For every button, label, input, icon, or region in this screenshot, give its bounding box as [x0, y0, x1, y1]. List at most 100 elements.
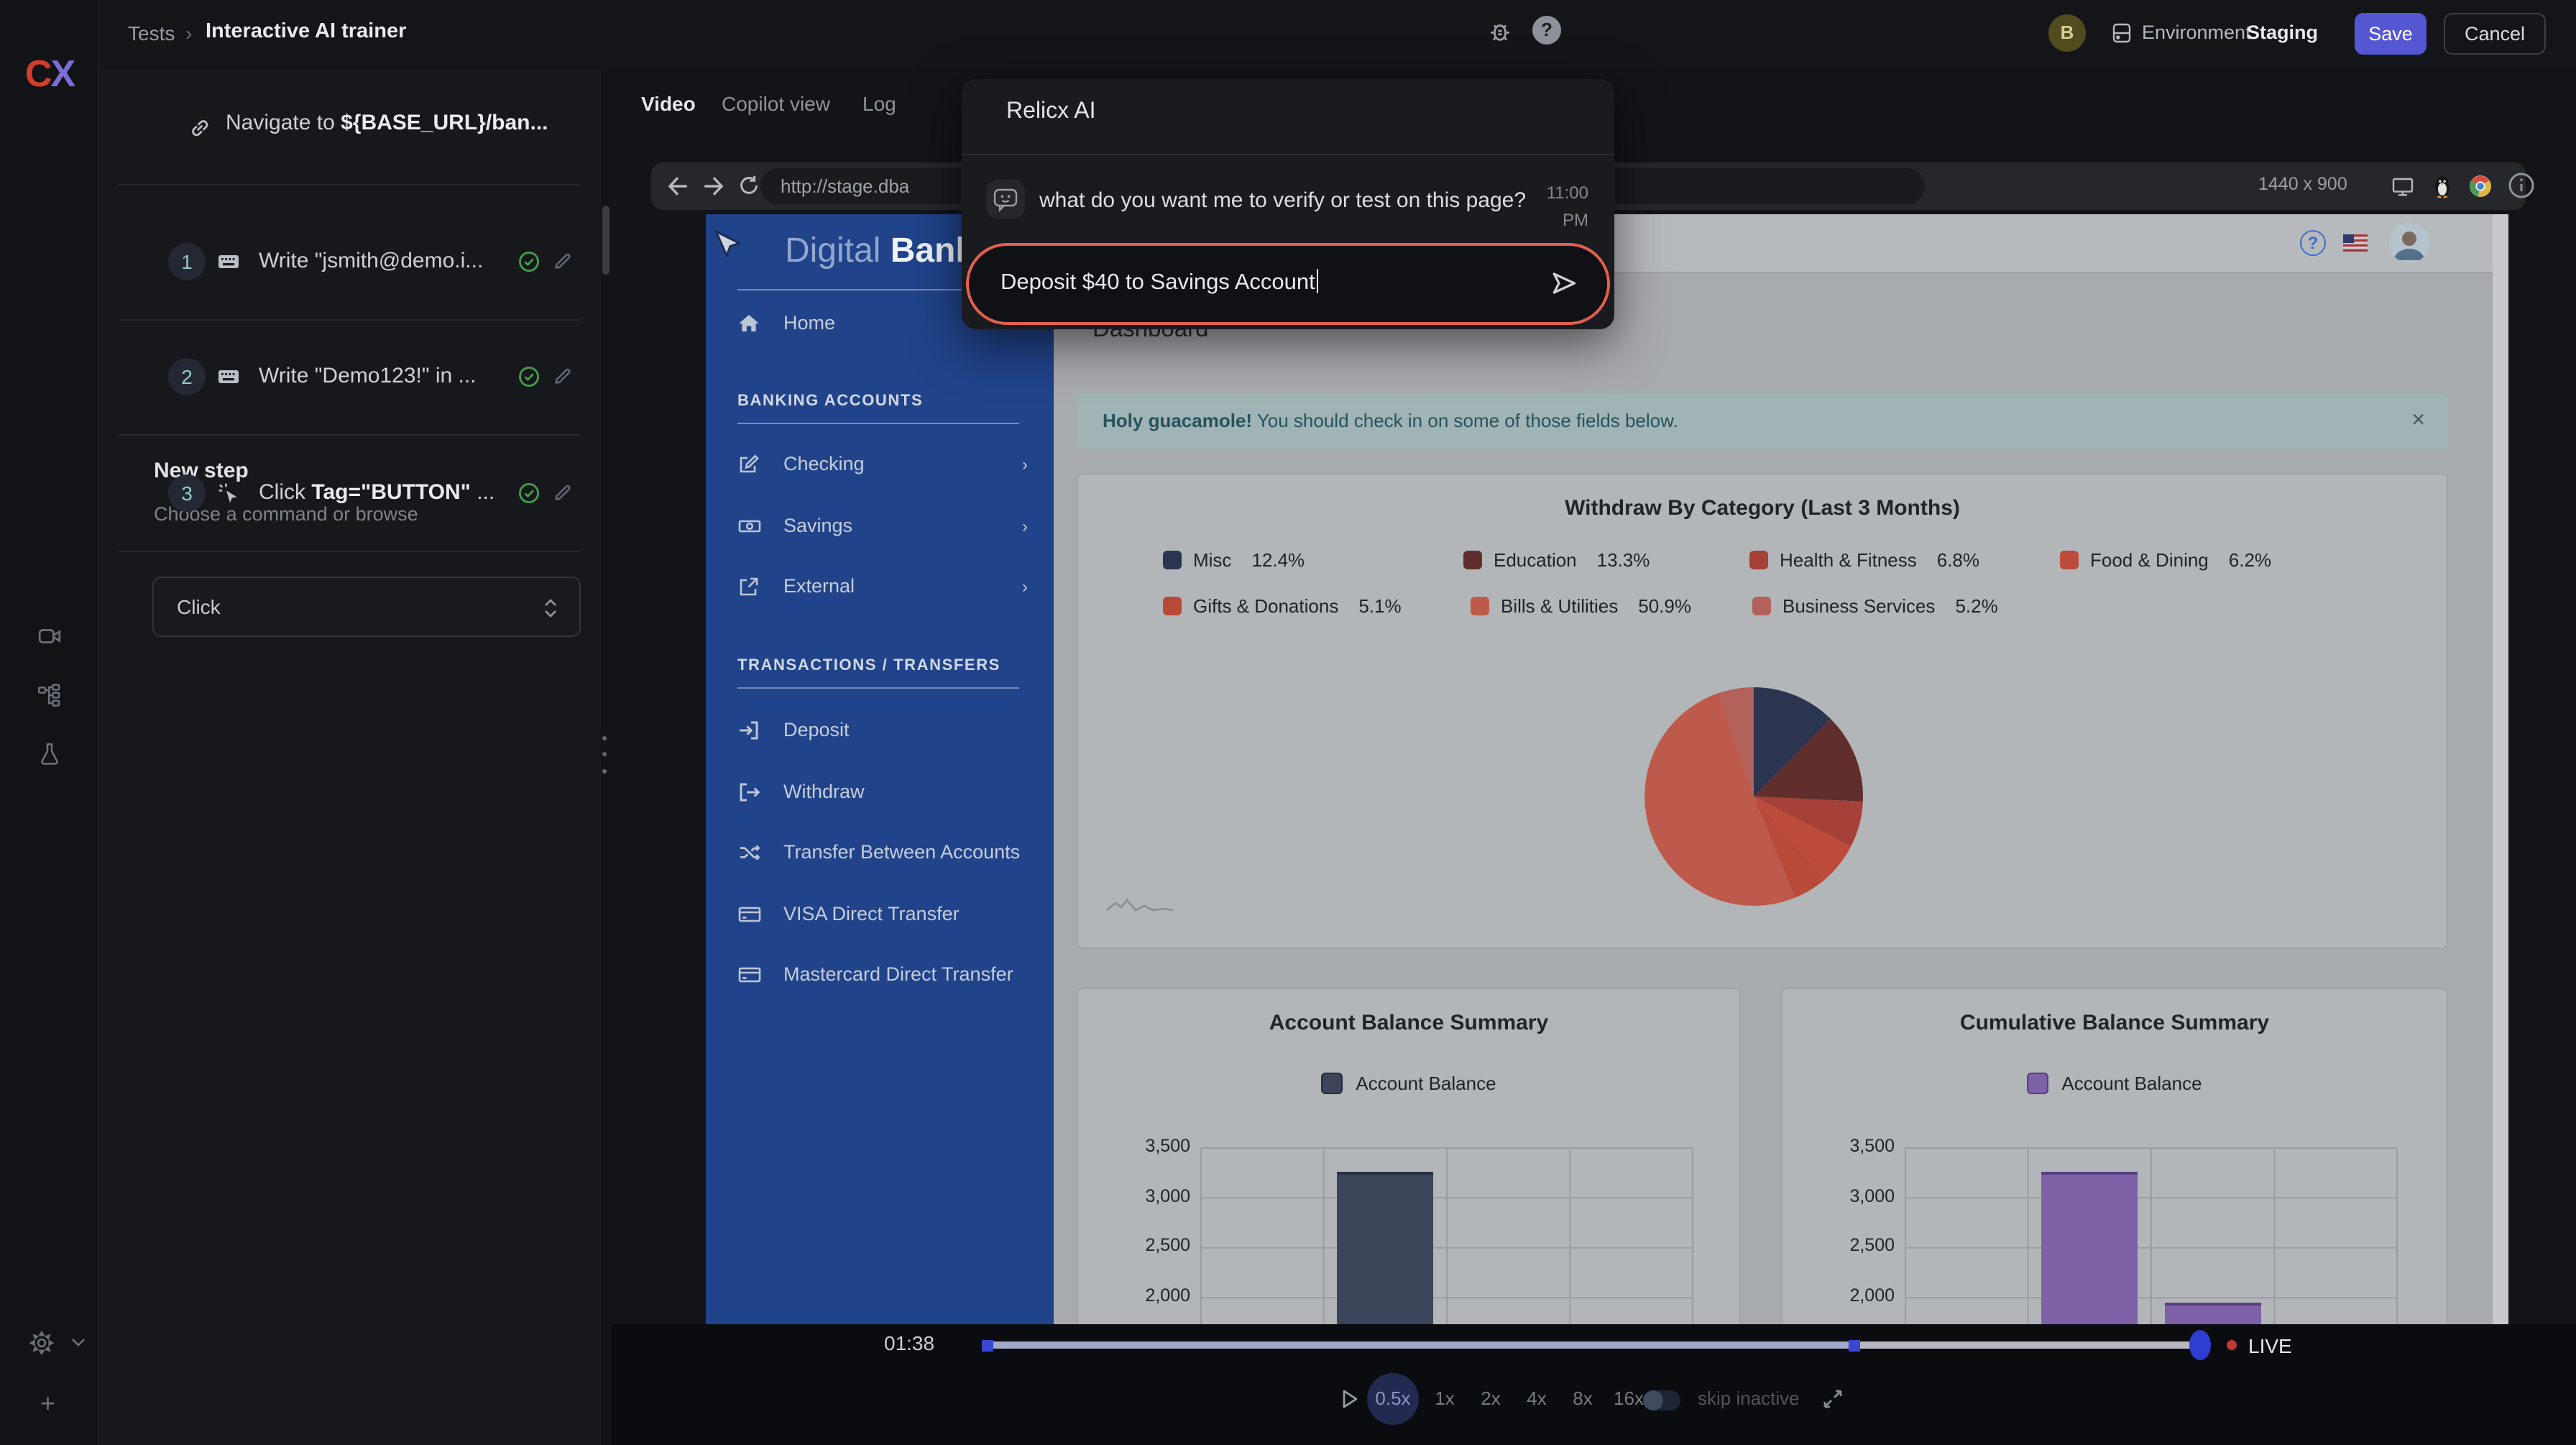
- legend-swatch: [1471, 597, 1489, 615]
- chevron-right-icon: ›: [1022, 564, 1028, 610]
- relicx-ai-popup: Relicx AI what do you want me to verify …: [962, 79, 1614, 329]
- plus-icon[interactable]: +: [40, 1389, 55, 1419]
- divider: [119, 434, 581, 436]
- app-logo[interactable]: CX: [0, 52, 99, 96]
- step-row-1[interactable]: 1Write "jsmith@demo.i...: [99, 233, 601, 290]
- help-icon[interactable]: ?: [1532, 16, 1561, 45]
- pie-legend-item[interactable]: Food & Dining6.2%: [2060, 549, 2271, 571]
- legend-label: Gifts & Donations: [1193, 595, 1338, 617]
- bank-menu-visa-direct-transfer[interactable]: VISA Direct Transfer: [706, 891, 1054, 937]
- step-row-2[interactable]: 2Write "Demo123!" in ...: [99, 348, 601, 405]
- bank-menu-label: Savings: [783, 503, 852, 549]
- bank-menu-deposit[interactable]: Deposit: [706, 707, 1054, 753]
- cancel-button[interactable]: Cancel: [2444, 13, 2546, 55]
- alert-close-icon[interactable]: ×: [2411, 394, 2425, 449]
- bank-menu-label: Checking: [783, 441, 865, 487]
- cumulative-balance-title: Cumulative Balance Summary: [1782, 1011, 2447, 1035]
- timeline-scrubber[interactable]: [2189, 1330, 2211, 1360]
- bank-menu-checking[interactable]: Checking›: [706, 441, 1054, 487]
- tab-log[interactable]: Log: [862, 92, 896, 115]
- forward-icon[interactable]: [702, 174, 726, 198]
- legend-label: Account Balance: [1356, 1073, 1496, 1094]
- speed-0.5x[interactable]: 0.5x: [1364, 1385, 1422, 1413]
- step-edit-icon[interactable]: [552, 365, 574, 387]
- send-icon[interactable]: [1550, 269, 1578, 298]
- video-player-bar: 01:38 LIVE 0.5x1x2x4x8x16x skip inactive: [611, 1324, 2576, 1445]
- timeline-start-marker[interactable]: [982, 1339, 993, 1351]
- nav-step[interactable]: Navigate to ${BASE_URL}/ban...: [226, 111, 548, 135]
- edit-square-icon: [737, 453, 760, 476]
- skip-inactive-toggle[interactable]: [1643, 1390, 1680, 1410]
- environment-value[interactable]: Staging: [2247, 22, 2318, 43]
- bank-menu-transfer-between-accounts[interactable]: Transfer Between Accounts: [706, 830, 1054, 876]
- bar-value-3250[interactable]: [1337, 1173, 1433, 1324]
- step-label: Click Tag="BUTTON" ...: [259, 464, 494, 522]
- remote-browser-viewport: Digital Bank HomeBANKING ACCOUNTSCheckin…: [706, 214, 2508, 1324]
- timeline-track[interactable]: LIVE: [983, 1341, 2199, 1349]
- bank-menu-savings[interactable]: Savings›: [706, 503, 1054, 549]
- steps-panel: Navigate to ${BASE_URL}/ban... New step …: [99, 69, 601, 1445]
- us-flag-icon[interactable]: [2343, 234, 2368, 252]
- legend-swatch: [1752, 597, 1771, 615]
- user-avatar[interactable]: B: [2048, 14, 2086, 52]
- timeline-position-marker[interactable]: [1849, 1339, 1860, 1351]
- chevron-down-icon[interactable]: [69, 1333, 88, 1352]
- linux-icon[interactable]: [2431, 173, 2454, 200]
- flask-icon[interactable]: [37, 742, 62, 766]
- bank-menu-external[interactable]: External›: [706, 564, 1054, 610]
- legend-value: 13.3%: [1597, 549, 1650, 571]
- account-balance-legend[interactable]: Account Balance: [1078, 1073, 1739, 1094]
- refresh-icon[interactable]: [737, 174, 760, 197]
- live-dot: [2227, 1340, 2237, 1350]
- pie-legend-item[interactable]: Bills & Utilities50.9%: [1471, 595, 1691, 617]
- remote-cursor-icon: [712, 229, 743, 260]
- video-camera-icon[interactable]: [37, 624, 62, 648]
- save-button[interactable]: Save: [2355, 13, 2426, 55]
- info-icon[interactable]: [2507, 171, 2536, 200]
- step-row-3[interactable]: 3Click Tag="BUTTON" ...: [99, 464, 601, 522]
- back-icon[interactable]: [666, 174, 690, 198]
- pie-chart[interactable]: [1624, 667, 1883, 926]
- tab-copilot-view[interactable]: Copilot view: [722, 92, 830, 115]
- cumulative-balance-legend[interactable]: Account Balance: [1782, 1073, 2447, 1094]
- bank-help-icon[interactable]: ?: [2300, 230, 2326, 256]
- pie-legend-item[interactable]: Gifts & Donations 5.1%: [1163, 595, 1402, 617]
- skip-inactive-label: skip inactive: [1698, 1387, 1800, 1409]
- bug-icon[interactable]: [1486, 17, 1514, 45]
- tab-video[interactable]: Video: [641, 92, 696, 115]
- command-select[interactable]: Click: [152, 577, 581, 637]
- pie-legend-item[interactable]: Misc12.4%: [1163, 549, 1305, 571]
- breadcrumb-tests[interactable]: Tests: [128, 22, 175, 45]
- ai-prompt-input[interactable]: Deposit $40 to Savings Account: [966, 243, 1610, 325]
- legend-label: Education: [1494, 549, 1577, 571]
- fullscreen-icon[interactable]: [1821, 1387, 1844, 1410]
- text-caret: [1317, 269, 1319, 293]
- chrome-icon[interactable]: [2468, 174, 2493, 198]
- panel-scrollbar-thumb[interactable]: [602, 206, 610, 275]
- play-icon[interactable]: [1340, 1387, 1360, 1410]
- bank-menu-withdraw[interactable]: Withdraw: [706, 769, 1054, 815]
- legend-value: 5.2%: [1955, 595, 1997, 617]
- sign-out-icon: [737, 781, 760, 804]
- gear-icon[interactable]: [29, 1330, 55, 1356]
- bar-value-3250[interactable]: [2041, 1173, 2138, 1324]
- bank-user-avatar[interactable]: [2389, 223, 2429, 263]
- workflow-tree-icon[interactable]: [37, 683, 62, 707]
- credit-card-icon: [737, 903, 762, 926]
- bank-menu-mastercard-direct-transfer[interactable]: Mastercard Direct Transfer: [706, 952, 1054, 998]
- bar-value-1950[interactable]: [2165, 1302, 2261, 1324]
- step-label: Write "Demo123!" in ...: [259, 348, 477, 405]
- pie-legend-item[interactable]: Business Services5.2%: [1752, 595, 1998, 617]
- keyboard-icon: [217, 365, 240, 388]
- y-axis-tick: 3,500: [1797, 1136, 1895, 1156]
- monitor-icon[interactable]: [2391, 175, 2415, 198]
- pie-chart-title: Withdraw By Category (Last 3 Months): [1078, 496, 2447, 520]
- step-edit-icon[interactable]: [552, 482, 574, 503]
- step-success-icon: [518, 250, 540, 273]
- y-axis-tick: 2,000: [1797, 1285, 1895, 1306]
- pie-legend-item[interactable]: Health & Fitness6.8%: [1749, 549, 1979, 571]
- legend-value: 5.1%: [1358, 595, 1401, 617]
- pie-legend-item[interactable]: Education 13.3%: [1463, 549, 1650, 571]
- page-scrollbar[interactable]: [2493, 214, 2508, 1324]
- step-edit-icon[interactable]: [552, 250, 574, 272]
